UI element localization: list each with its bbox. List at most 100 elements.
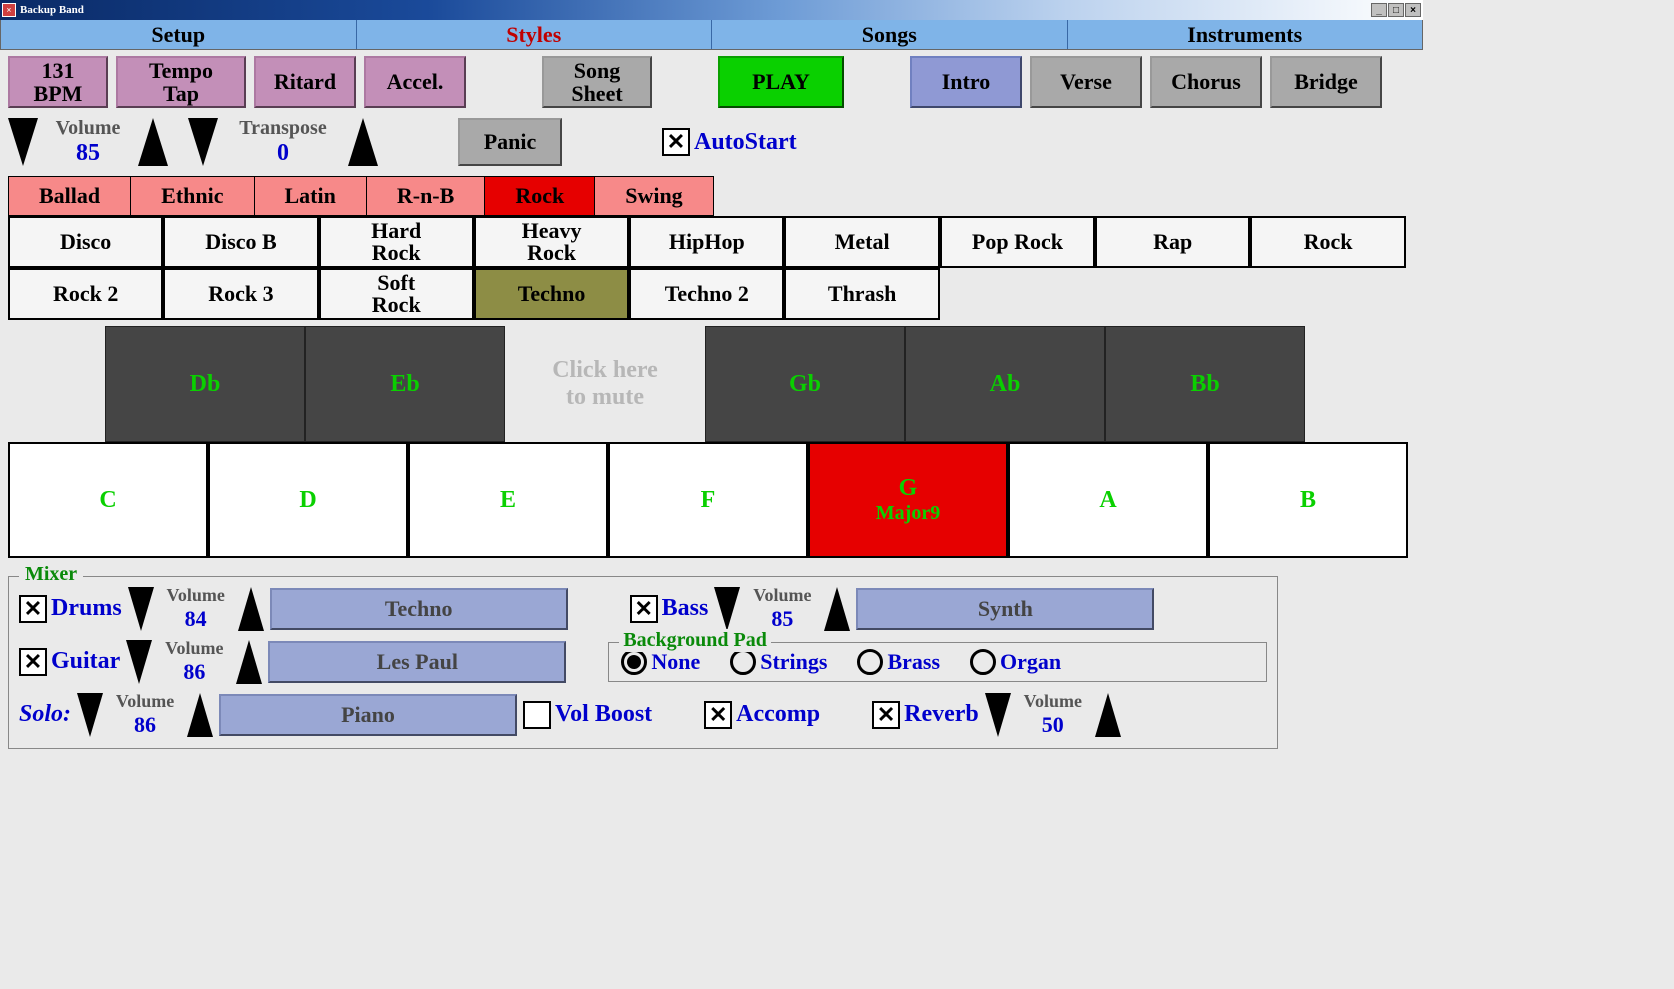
menu-instruments[interactable]: Instruments bbox=[1068, 20, 1423, 49]
chorus-button[interactable]: Chorus bbox=[1150, 56, 1262, 108]
solo-vol-up-icon[interactable] bbox=[187, 693, 213, 737]
key-f[interactable]: F bbox=[608, 442, 808, 558]
style-soft-rock[interactable]: SoftRock bbox=[319, 268, 474, 320]
style-disco-b[interactable]: Disco B bbox=[163, 216, 318, 268]
ritard-button[interactable]: Ritard bbox=[254, 56, 356, 108]
guitar-check-icon[interactable]: ✕ bbox=[19, 648, 47, 676]
style-hard-rock[interactable]: HardRock bbox=[319, 216, 474, 268]
play-button[interactable]: PLAY bbox=[718, 56, 844, 108]
window-title: Backup Band bbox=[20, 4, 84, 16]
key-a[interactable]: A bbox=[1008, 442, 1208, 558]
style-rock[interactable]: Rock bbox=[1250, 216, 1405, 268]
style-rap[interactable]: Rap bbox=[1095, 216, 1250, 268]
guitar-volume-stepper: Volume86 bbox=[126, 638, 262, 685]
bass-vol-down-icon[interactable] bbox=[714, 587, 740, 631]
pad-strings-radio[interactable]: Strings bbox=[730, 649, 827, 675]
drums-vol-up-icon[interactable] bbox=[238, 587, 264, 631]
cat-swing[interactable]: Swing bbox=[594, 176, 713, 216]
drums-checkbox[interactable]: ✕ Drums bbox=[19, 595, 122, 623]
volume-up-icon[interactable] bbox=[138, 118, 168, 166]
cat-ballad[interactable]: Ballad bbox=[8, 176, 131, 216]
key-gb[interactable]: Gb bbox=[705, 326, 905, 442]
drums-vol-down-icon[interactable] bbox=[128, 587, 154, 631]
autostart-check-icon[interactable]: ✕ bbox=[662, 128, 690, 156]
key-c[interactable]: C bbox=[8, 442, 208, 558]
minimize-button[interactable]: _ bbox=[1371, 3, 1387, 17]
toolbar-row: 131 BPM Tempo Tap Ritard Accel. Song She… bbox=[8, 56, 1415, 108]
bass-patch-button[interactable]: Synth bbox=[856, 588, 1154, 630]
key-eb[interactable]: Eb bbox=[305, 326, 505, 442]
volboost-check-icon[interactable] bbox=[523, 701, 551, 729]
panic-button[interactable]: Panic bbox=[458, 118, 562, 166]
key-db[interactable]: Db bbox=[105, 326, 305, 442]
pad-none-radio[interactable]: None bbox=[621, 649, 700, 675]
close-icon[interactable]: × bbox=[2, 3, 16, 17]
pad-brass-radio[interactable]: Brass bbox=[857, 649, 940, 675]
mute-area[interactable]: Click here to mute bbox=[505, 326, 705, 442]
maximize-button[interactable]: □ bbox=[1388, 3, 1404, 17]
style-hiphop[interactable]: HipHop bbox=[629, 216, 784, 268]
guitar-checkbox[interactable]: ✕ Guitar bbox=[19, 648, 120, 676]
transpose-up-icon[interactable] bbox=[348, 118, 378, 166]
key-d[interactable]: D bbox=[208, 442, 408, 558]
guitar-patch-button[interactable]: Les Paul bbox=[268, 641, 566, 683]
close-button[interactable]: × bbox=[1405, 3, 1421, 17]
bridge-button[interactable]: Bridge bbox=[1270, 56, 1382, 108]
reverb-checkbox[interactable]: ✕ Reverb bbox=[872, 701, 979, 729]
bass-vol-up-icon[interactable] bbox=[824, 587, 850, 631]
guitar-vol-down-icon[interactable] bbox=[126, 640, 152, 684]
solo-vol-down-icon[interactable] bbox=[77, 693, 103, 737]
pad-organ-radio[interactable]: Organ bbox=[970, 649, 1061, 675]
key-g[interactable]: G Major9 bbox=[808, 442, 1008, 558]
reverb-vol-up-icon[interactable] bbox=[1095, 693, 1121, 737]
cat-ethnic[interactable]: Ethnic bbox=[130, 176, 254, 216]
chord-keyboard: Db Eb Click here to mute Gb Ab Bb C D E … bbox=[8, 326, 1415, 558]
style-heavy-rock[interactable]: HeavyRock bbox=[474, 216, 629, 268]
bass-checkbox[interactable]: ✕ Bass bbox=[630, 595, 709, 623]
menu-songs[interactable]: Songs bbox=[712, 20, 1068, 49]
verse-button[interactable]: Verse bbox=[1030, 56, 1142, 108]
volume-down-icon[interactable] bbox=[8, 118, 38, 166]
transpose-label: Transpose bbox=[239, 117, 326, 140]
menu-styles[interactable]: Styles bbox=[357, 20, 713, 49]
key-b[interactable]: B bbox=[1208, 442, 1408, 558]
style-rock-2[interactable]: Rock 2 bbox=[8, 268, 163, 320]
background-pad-title: Background Pad bbox=[619, 629, 771, 652]
song-sheet-button[interactable]: Song Sheet bbox=[542, 56, 652, 108]
bass-check-icon[interactable]: ✕ bbox=[630, 595, 658, 623]
reverb-vol-down-icon[interactable] bbox=[985, 693, 1011, 737]
key-bb[interactable]: Bb bbox=[1105, 326, 1305, 442]
drums-check-icon[interactable]: ✕ bbox=[19, 595, 47, 623]
key-ab[interactable]: Ab bbox=[905, 326, 1105, 442]
style-disco[interactable]: Disco bbox=[8, 216, 163, 268]
style-rock-3[interactable]: Rock 3 bbox=[163, 268, 318, 320]
tempo-tap-button[interactable]: Tempo Tap bbox=[116, 56, 246, 108]
accel-button[interactable]: Accel. bbox=[364, 56, 466, 108]
volboost-checkbox[interactable]: Vol Boost bbox=[523, 701, 652, 729]
guitar-vol-up-icon[interactable] bbox=[236, 640, 262, 684]
cat-rock[interactable]: Rock bbox=[484, 176, 595, 216]
drums-patch-button[interactable]: Techno bbox=[270, 588, 568, 630]
menu-setup[interactable]: Setup bbox=[1, 20, 357, 49]
style-metal[interactable]: Metal bbox=[784, 216, 939, 268]
autostart-checkbox[interactable]: ✕ AutoStart bbox=[662, 128, 797, 156]
main-menu: Setup Styles Songs Instruments bbox=[0, 20, 1423, 50]
style-thrash[interactable]: Thrash bbox=[784, 268, 939, 320]
style-pop-rock[interactable]: Pop Rock bbox=[940, 216, 1095, 268]
style-techno[interactable]: Techno bbox=[474, 268, 629, 320]
solo-patch-button[interactable]: Piano bbox=[219, 694, 517, 736]
bpm-button[interactable]: 131 BPM bbox=[8, 56, 108, 108]
style-techno-2[interactable]: Techno 2 bbox=[629, 268, 784, 320]
autostart-label: AutoStart bbox=[694, 129, 797, 156]
transpose-stepper: Transpose 0 bbox=[188, 114, 378, 170]
volume-label: Volume bbox=[56, 117, 121, 140]
reverb-check-icon[interactable]: ✕ bbox=[872, 701, 900, 729]
key-e[interactable]: E bbox=[408, 442, 608, 558]
cat-rnb[interactable]: R-n-B bbox=[366, 176, 485, 216]
accomp-checkbox[interactable]: ✕ Accomp bbox=[704, 701, 820, 729]
accomp-check-icon[interactable]: ✕ bbox=[704, 701, 732, 729]
style-grid: Disco Disco B HardRock HeavyRock HipHop … bbox=[8, 216, 1406, 320]
cat-latin[interactable]: Latin bbox=[254, 176, 367, 216]
intro-button[interactable]: Intro bbox=[910, 56, 1022, 108]
transpose-down-icon[interactable] bbox=[188, 118, 218, 166]
